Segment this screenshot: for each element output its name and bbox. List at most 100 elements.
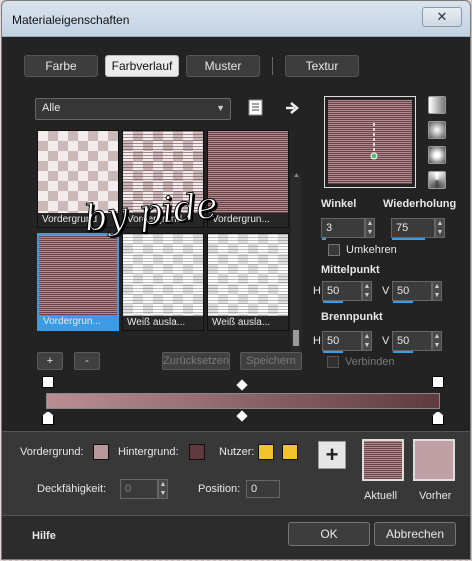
add-swatch-button[interactable]: + — [318, 441, 346, 469]
close-button[interactable]: ✕ — [422, 7, 462, 27]
repeat-slider[interactable] — [392, 238, 425, 240]
gradient-thumbnail-selected[interactable]: Vordergrun... — [37, 233, 119, 331]
tab-muster[interactable]: Muster — [186, 55, 260, 77]
ok-button[interactable]: OK — [288, 522, 370, 546]
gallery-scrollbar[interactable]: ▲ ▼ — [291, 172, 301, 366]
end-color-stop-top[interactable] — [432, 376, 444, 388]
background-swatch[interactable] — [189, 444, 205, 460]
repeat-spin-buttons[interactable]: ▲ ▼ — [435, 218, 445, 238]
center-h-slider[interactable] — [323, 301, 343, 303]
gradient-thumbnail[interactable]: Weiß ausla... — [122, 233, 204, 331]
focus-v-spin-buttons[interactable]: ▲ ▼ — [432, 331, 442, 351]
linear-style-icon[interactable] — [428, 96, 446, 114]
user-swatch-2[interactable] — [282, 444, 298, 460]
scroll-thumb[interactable] — [293, 330, 299, 346]
angle-slider[interactable] — [322, 238, 326, 240]
opacity-spin-buttons[interactable]: ▲ ▼ — [158, 479, 168, 499]
tab-separator — [272, 57, 273, 75]
link-checkbox[interactable] — [327, 356, 339, 368]
tab-farbe[interactable]: Farbe — [24, 55, 98, 77]
opacity-label: Deckfähigkeit: — [37, 483, 107, 495]
center-v-spin-buttons[interactable]: ▲ ▼ — [432, 281, 442, 301]
midpoint-marker-bottom[interactable] — [236, 410, 248, 422]
angle-input[interactable]: 3 — [321, 218, 365, 240]
current-material-swatch[interactable] — [362, 439, 404, 481]
dialog-footer: Hilfe OK Abbrechen — [2, 515, 470, 559]
reset-button[interactable]: Zurücksetzen — [162, 352, 230, 370]
center-h-input[interactable]: 50 — [322, 281, 362, 303]
position-value: 0 — [251, 483, 258, 495]
center-h-value: 50 — [327, 285, 340, 297]
thumbnail-label: Vordergrun... — [39, 315, 117, 329]
thumbnail-image — [208, 131, 288, 215]
radial-style-icon[interactable] — [428, 146, 446, 164]
background-label: Hintergrund: — [118, 446, 179, 458]
thumbnail-label: Weiß ausla... — [208, 316, 288, 330]
center-label: Mittelpunkt — [321, 264, 380, 276]
bottom-panel: Vordergrund: Hintergrund: Nutzer: Deckfä… — [2, 431, 470, 515]
thumbnail-image — [39, 235, 117, 319]
midpoint-marker-top[interactable] — [236, 379, 248, 391]
arrow-right-icon[interactable] — [284, 99, 300, 117]
tab-textur[interactable]: Textur — [285, 55, 359, 77]
scroll-up-icon[interactable]: ▲ — [293, 172, 300, 179]
material-properties-dialog: Materialeigenschaften ✕ Farbe Farbverlau… — [1, 0, 471, 560]
center-v-slider[interactable] — [393, 301, 413, 303]
gradient-preview[interactable] — [324, 96, 416, 188]
focus-label: Brennpunkt — [321, 311, 383, 323]
remove-gradient-button[interactable]: - — [74, 352, 100, 370]
repeat-label: Wiederholung — [383, 198, 457, 210]
current-label: Aktuell — [364, 490, 398, 502]
center-v-value: 50 — [397, 285, 410, 297]
angle-value: 3 — [326, 222, 333, 234]
gradient-editor-bar[interactable] — [46, 393, 440, 409]
previous-material-swatch[interactable] — [413, 439, 455, 481]
thumbnail-image — [123, 234, 203, 318]
thumbnail-image — [208, 234, 288, 318]
cancel-button[interactable]: Abbrechen — [374, 522, 456, 546]
start-color-stop-top[interactable] — [42, 376, 54, 388]
center-v-input[interactable]: 50 — [392, 281, 432, 303]
add-gradient-button[interactable]: + — [37, 352, 63, 370]
gradient-thumbnail[interactable]: Vordergrun... — [207, 130, 289, 228]
focus-h-spin-buttons[interactable]: ▲ ▼ — [362, 331, 372, 351]
help-link[interactable]: Hilfe — [32, 530, 56, 542]
gallery-filter-dropdown[interactable]: Alle ▼ — [35, 98, 231, 120]
tab-farbverlauf[interactable]: Farbverlauf — [105, 55, 179, 77]
foreground-swatch[interactable] — [93, 444, 109, 460]
invert-checkbox[interactable] — [328, 244, 340, 256]
thumbnail-label: Weiß ausla... — [123, 316, 203, 330]
repeat-value: 75 — [396, 222, 409, 234]
center-h-spin-buttons[interactable]: ▲ ▼ — [362, 281, 372, 301]
gradient-thumbnail[interactable]: Weiß ausla... — [207, 233, 289, 331]
focus-v-input[interactable]: 50 — [392, 331, 432, 353]
focus-h-slider[interactable] — [323, 351, 343, 353]
user-label: Nutzer: — [219, 446, 255, 458]
opacity-input[interactable]: 0 — [120, 479, 158, 499]
main-panel: Farbe Farbverlauf Muster Textur Alle ▼ V… — [2, 37, 470, 431]
repeat-input[interactable]: 75 — [391, 218, 435, 240]
focus-v-slider[interactable] — [393, 351, 413, 353]
start-color-stop[interactable] — [42, 411, 54, 425]
user-swatch[interactable] — [258, 444, 274, 460]
focus-h-value: 50 — [327, 335, 340, 347]
position-label: Position: — [198, 483, 241, 495]
gallery-library-icon[interactable] — [248, 99, 264, 117]
focus-h-label: H — [313, 335, 321, 347]
focus-h-input[interactable]: 50 — [322, 331, 362, 353]
end-color-stop[interactable] — [432, 411, 444, 425]
previous-label: Vorher — [419, 490, 452, 502]
rectangular-style-icon[interactable] — [428, 121, 446, 139]
angle-label: Winkel — [321, 198, 357, 210]
center-h-label: H — [313, 285, 321, 297]
focus-v-value: 50 — [397, 335, 410, 347]
title-bar: Materialeigenschaften ✕ — [2, 1, 470, 37]
sunburst-style-icon[interactable] — [428, 171, 446, 189]
focus-v-label: V — [382, 335, 390, 347]
invert-label: Umkehren — [346, 244, 397, 256]
chevron-down-icon: ▼ — [216, 103, 225, 113]
position-input[interactable]: 0 — [246, 480, 280, 498]
gallery-filter-value: Alle — [42, 102, 61, 114]
save-button[interactable]: Speichern — [240, 352, 302, 370]
angle-spin-buttons[interactable]: ▲ ▼ — [365, 218, 375, 238]
